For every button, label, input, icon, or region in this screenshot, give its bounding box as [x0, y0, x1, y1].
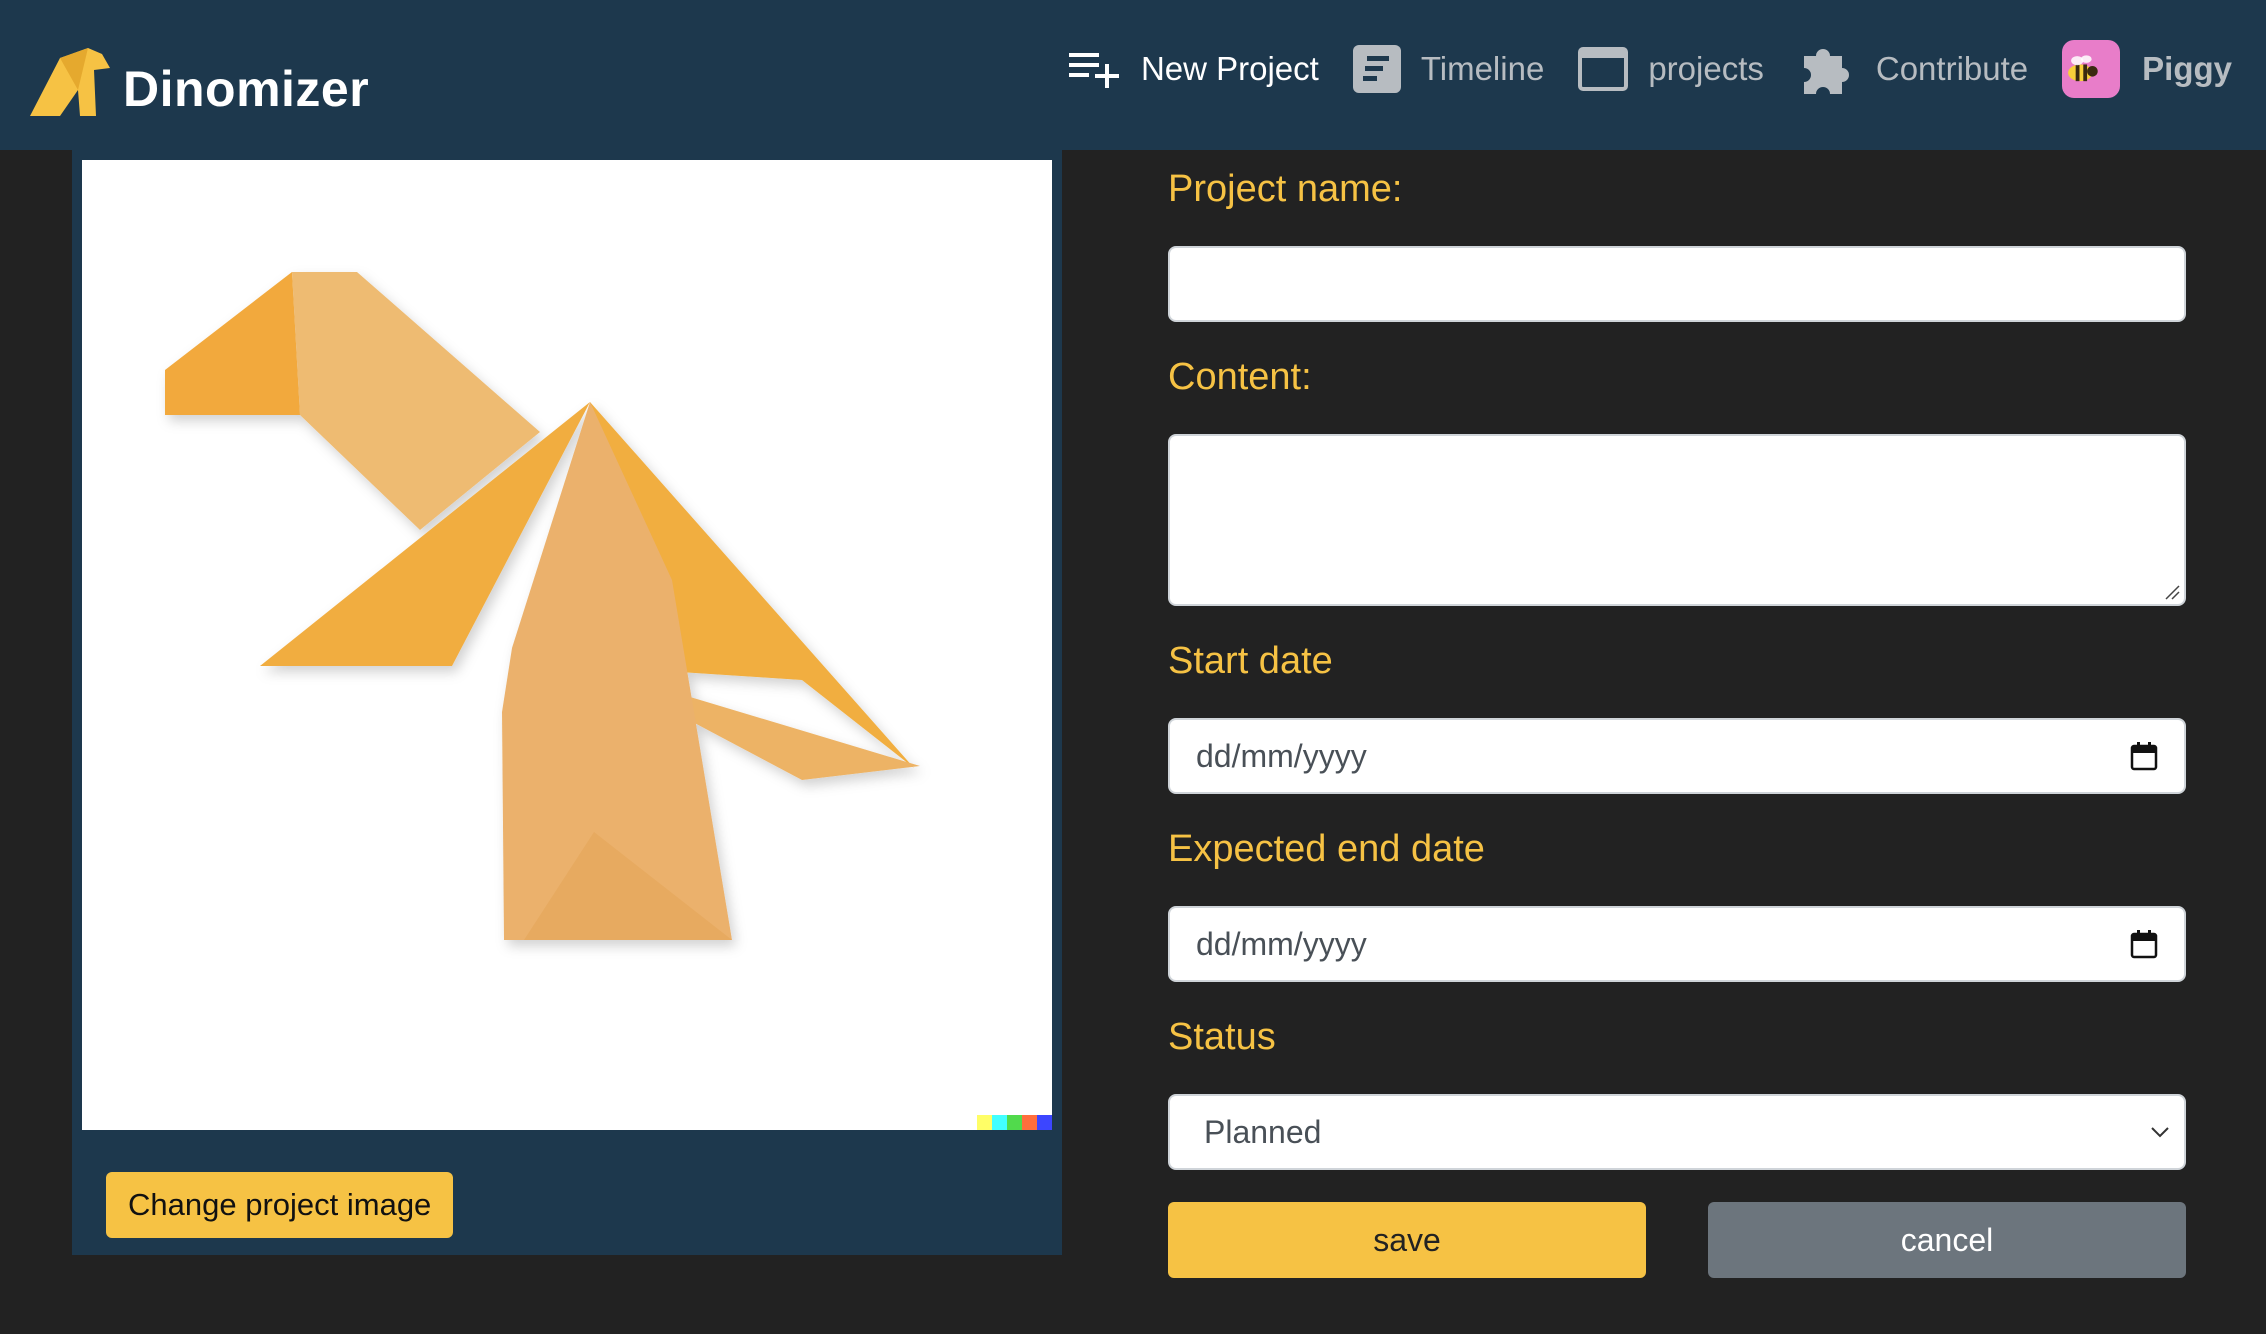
- nav-timeline[interactable]: Timeline: [1352, 45, 1545, 93]
- user-avatar: [2062, 40, 2121, 98]
- save-button[interactable]: save: [1168, 1202, 1646, 1278]
- puzzle-piece-icon: [1803, 49, 1849, 94]
- nav-user-menu[interactable]: Piggy: [2062, 40, 2232, 98]
- calendar-icon[interactable]: [2130, 929, 2158, 959]
- dinosaur-logo-icon: [30, 48, 110, 116]
- end-date-label: Expected end date: [1168, 828, 1485, 870]
- nav-timeline-label: Timeline: [1420, 50, 1545, 87]
- brand-name: Dinomizer: [123, 61, 370, 117]
- project-name-label: Project name:: [1168, 168, 1403, 210]
- start-date-label: Start date: [1168, 640, 1333, 682]
- calendar-icon[interactable]: [2130, 741, 2158, 771]
- start-date-placeholder: dd/mm/yyyy: [1196, 737, 1367, 774]
- change-project-image-button[interactable]: Change project image: [106, 1172, 454, 1238]
- nav-new-project-label: New Project: [1140, 50, 1319, 87]
- user-name: Piggy: [2142, 50, 2232, 87]
- project-image: [82, 160, 1052, 1130]
- top-navbar: Dinomizer New Project Timeline projects …: [0, 0, 2266, 150]
- bee-avatar-icon: [2068, 55, 2098, 82]
- content-label: Content:: [1168, 356, 1312, 398]
- start-date-input[interactable]: dd/mm/yyyy: [1168, 718, 2186, 794]
- timeline-icon: [1352, 45, 1401, 93]
- end-date-input[interactable]: dd/mm/yyyy: [1168, 906, 2186, 982]
- cancel-button[interactable]: cancel: [1708, 1202, 2186, 1278]
- nav-contribute-label: Contribute: [1875, 50, 2029, 87]
- nav-contribute[interactable]: Contribute: [1798, 40, 2028, 98]
- main-nav: New Project Timeline projects Contribute: [1033, 34, 2232, 104]
- origami-dinosaur-image: [165, 272, 920, 940]
- nav-projects[interactable]: projects: [1578, 47, 1764, 91]
- content-textarea[interactable]: [1168, 434, 2186, 606]
- status-select[interactable]: Planned: [1168, 1094, 2186, 1170]
- nav-new-project[interactable]: New Project: [1067, 49, 1319, 89]
- resize-grip-icon[interactable]: [2164, 584, 2180, 600]
- project-name-input[interactable]: [1168, 246, 2186, 322]
- brand-logo[interactable]: Dinomizer: [30, 36, 369, 116]
- image-watermark-stripe: [977, 1115, 1052, 1130]
- window-icon: [1578, 47, 1629, 91]
- playlist-add-icon: [1068, 53, 1119, 88]
- status-selected-value: Planned: [1204, 1113, 1322, 1150]
- nav-projects-label: projects: [1648, 50, 1764, 87]
- project-image-panel: Change project image: [72, 150, 1062, 1255]
- end-date-placeholder: dd/mm/yyyy: [1196, 925, 1367, 962]
- chevron-down-icon: [2151, 1127, 2169, 1138]
- status-label: Status: [1168, 1016, 1276, 1058]
